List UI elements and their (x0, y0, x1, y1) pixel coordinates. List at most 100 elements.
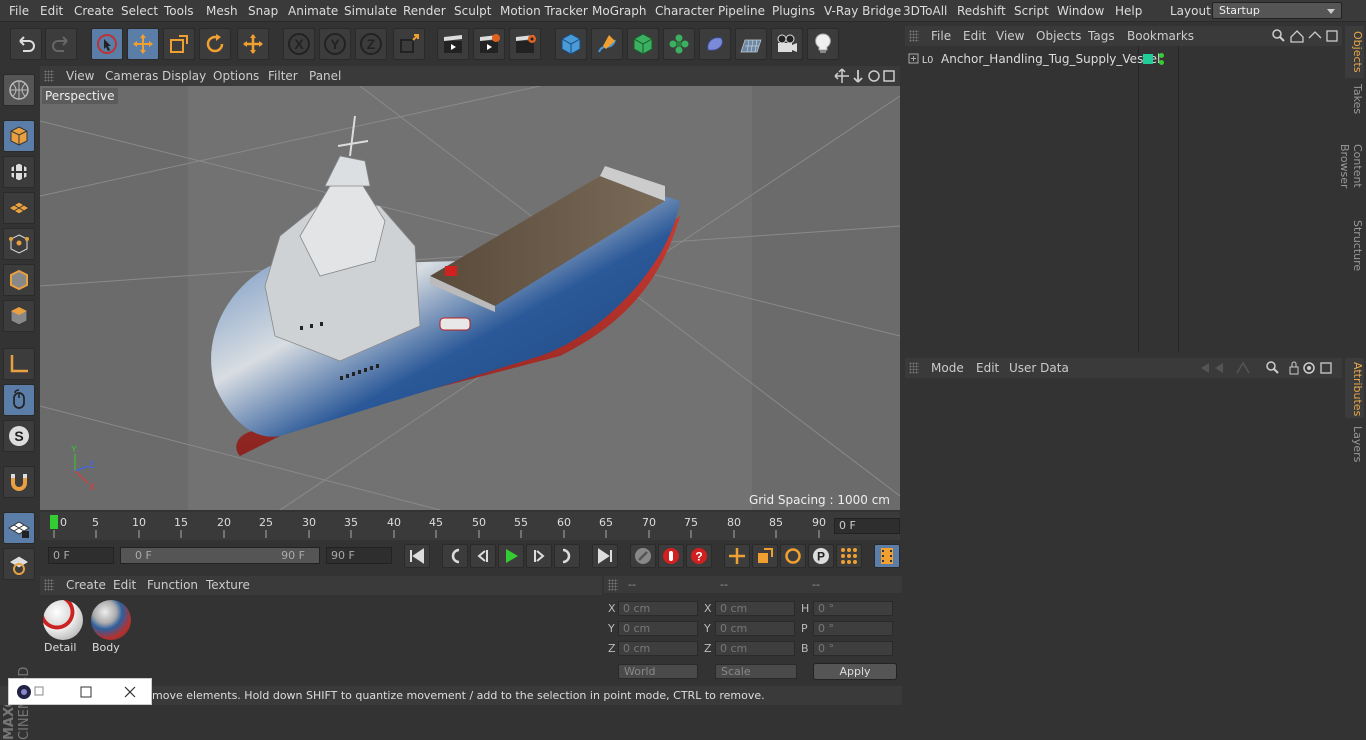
undo-button[interactable] (10, 28, 42, 60)
y-axis-button[interactable]: Y (319, 28, 351, 60)
object-name[interactable]: Anchor_Handling_Tug_Supply_Vessel (941, 52, 1160, 66)
menu-mesh[interactable]: Mesh (206, 4, 238, 18)
size-z-field[interactable]: 0 cm (715, 641, 795, 656)
menu-simulate[interactable]: Simulate (344, 4, 397, 18)
coordinate-system-button[interactable] (393, 28, 425, 60)
menu-create[interactable]: Create (74, 4, 114, 18)
texture-mode-button[interactable] (3, 156, 35, 188)
pen-spline-button[interactable] (591, 28, 623, 60)
pos-y-field[interactable]: 0 cm (618, 621, 698, 636)
menu-render[interactable]: Render (403, 4, 446, 18)
keyframe-selection-button[interactable]: ? (686, 544, 712, 568)
key-rotation-button[interactable] (780, 544, 806, 568)
go-to-end-button[interactable] (592, 544, 618, 568)
viewport-menu-display[interactable]: Display (162, 69, 206, 83)
size-y-field[interactable]: 0 cm (715, 621, 795, 636)
redo-button[interactable] (45, 28, 77, 60)
previous-key-button[interactable] (442, 544, 468, 568)
tweak-mode-button[interactable] (3, 384, 35, 416)
object-menu-edit[interactable]: Edit (963, 29, 986, 43)
layout-select[interactable]: Startup (1212, 2, 1342, 19)
minimized-window[interactable] (8, 678, 152, 705)
menu-file[interactable]: File (9, 4, 29, 18)
viewport-menu-filter[interactable]: Filter (268, 69, 298, 83)
pos-z-field[interactable]: 0 cm (618, 641, 698, 656)
go-to-start-button[interactable] (404, 544, 430, 568)
menu-animate[interactable]: Animate (288, 4, 338, 18)
workplane-button[interactable] (3, 192, 35, 224)
attribute-menu-edit[interactable]: Edit (976, 361, 999, 375)
menu-window[interactable]: Window (1057, 4, 1104, 18)
menu-plugins[interactable]: Plugins (772, 4, 815, 18)
rot-b-field[interactable]: 0 ° (813, 641, 893, 656)
timeline-ruler[interactable]: 0 5 10 15 20 25 30 35 40 45 50 55 60 65 … (40, 512, 900, 540)
material-menu-texture[interactable]: Texture (206, 578, 250, 592)
coordinate-mode-dropdown[interactable]: World (618, 664, 698, 679)
material-body[interactable]: Body (90, 599, 132, 655)
tab-structure[interactable]: Structure (1345, 216, 1364, 272)
tab-attributes[interactable]: Attributes (1345, 358, 1364, 418)
workplane-rotate-button[interactable] (3, 548, 35, 580)
menu-edit[interactable]: Edit (40, 4, 63, 18)
menu-vray-bridge[interactable]: V-Ray Bridge (824, 4, 901, 18)
make-editable-button[interactable] (3, 74, 35, 106)
record-keys-button[interactable] (630, 544, 656, 568)
object-menu-file[interactable]: File (931, 29, 951, 43)
next-frame-button[interactable] (526, 544, 552, 568)
viewport-nav-icons[interactable] (834, 68, 898, 84)
viewport-menu-options[interactable]: Options (213, 69, 259, 83)
menu-pipeline[interactable]: Pipeline (718, 4, 765, 18)
magnet-button[interactable] (3, 466, 35, 498)
menu-character[interactable]: Character (655, 4, 714, 18)
axis-mode-button[interactable] (3, 348, 35, 380)
object-menu-view[interactable]: View (996, 29, 1024, 43)
material-detail[interactable]: Detail (42, 599, 84, 655)
light-button[interactable] (807, 28, 839, 60)
floor-button[interactable] (735, 28, 767, 60)
next-key-button[interactable] (554, 544, 580, 568)
cloner-button[interactable] (663, 28, 695, 60)
apply-button[interactable]: Apply (813, 663, 897, 680)
edges-mode-button[interactable] (3, 264, 35, 296)
material-menu-edit[interactable]: Edit (113, 578, 136, 592)
cube-button[interactable] (555, 28, 587, 60)
key-pla-button[interactable] (836, 544, 862, 568)
model-mode-button[interactable] (3, 120, 35, 152)
pos-x-field[interactable]: 0 cm (618, 601, 698, 616)
deformer-button[interactable] (699, 28, 731, 60)
object-row[interactable]: L0 Anchor_Handling_Tug_Supply_Vessel (905, 50, 1342, 68)
close-icon[interactable] (123, 685, 137, 699)
key-parameter-button[interactable]: P (808, 544, 834, 568)
size-mode-dropdown[interactable]: Scale (715, 664, 797, 679)
key-position-button[interactable] (724, 544, 750, 568)
menu-3dtoall[interactable]: 3DToAll (903, 4, 947, 18)
snap-button[interactable]: S (3, 420, 35, 452)
viewport-menu-panel[interactable]: Panel (309, 69, 341, 83)
rot-h-field[interactable]: 0 ° (813, 601, 893, 616)
material-menu-create[interactable]: Create (66, 578, 106, 592)
polygons-mode-button[interactable] (3, 300, 35, 332)
subdivision-button[interactable] (627, 28, 659, 60)
object-menu-bookmarks[interactable]: Bookmarks (1127, 29, 1194, 43)
object-menu-objects[interactable]: Objects (1036, 29, 1081, 43)
maximize-icon[interactable] (79, 685, 93, 699)
tab-takes[interactable]: Takes (1345, 80, 1364, 116)
points-mode-button[interactable] (3, 228, 35, 260)
menu-help[interactable]: Help (1115, 4, 1142, 18)
menu-select[interactable]: Select (121, 4, 158, 18)
camera-button[interactable] (771, 28, 803, 60)
menu-redshift[interactable]: Redshift (957, 4, 1006, 18)
tab-content-browser[interactable]: Content Browser (1345, 120, 1364, 212)
key-scale-button[interactable] (752, 544, 778, 568)
tab-layers[interactable]: Layers (1345, 422, 1364, 464)
render-settings-button[interactable] (509, 28, 541, 60)
material-menu-function[interactable]: Function (147, 578, 198, 592)
viewport-menu-cameras[interactable]: Cameras (105, 69, 158, 83)
end-frame-field[interactable]: 90 F (326, 547, 392, 564)
attribute-menu-user-data[interactable]: User Data (1009, 361, 1069, 375)
move-button[interactable] (127, 28, 159, 60)
x-axis-button[interactable]: X (283, 28, 315, 60)
previous-frame-button[interactable] (470, 544, 496, 568)
object-toolbar-icons[interactable] (1271, 28, 1339, 44)
menu-motion-tracker[interactable]: Motion Tracker (500, 4, 588, 18)
